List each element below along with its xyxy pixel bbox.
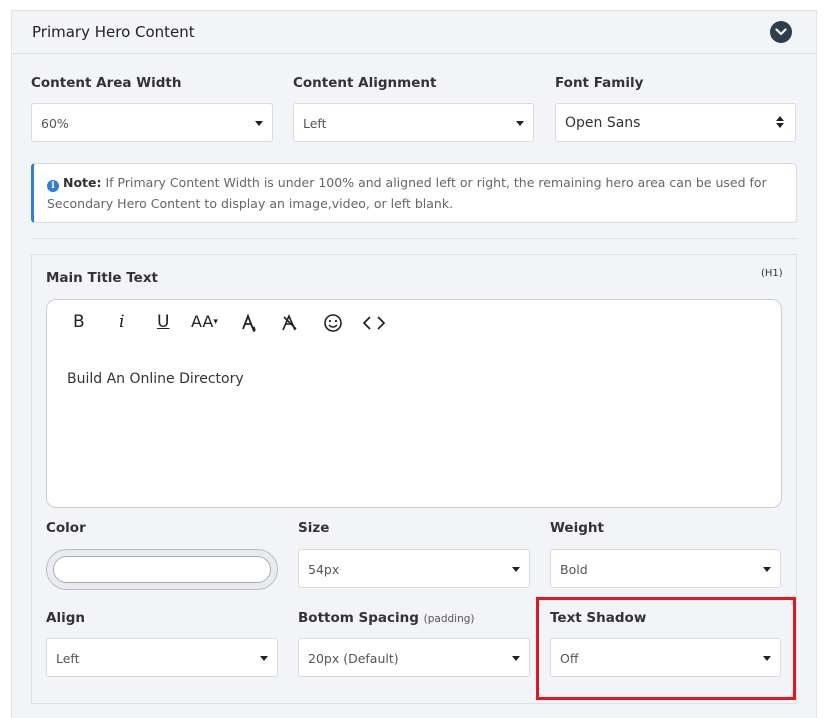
main-title-label: Main Title Text	[46, 270, 158, 286]
rich-text-editor[interactable]: B i U AA▾ Build An Online Directory	[46, 299, 782, 508]
content-width-value: 60%	[41, 116, 69, 131]
editor-toolbar: B i U AA▾	[47, 300, 781, 342]
color-label: Color	[46, 520, 86, 536]
chevron-down-icon[interactable]	[770, 21, 792, 43]
font-size-icon[interactable]: AA▾	[191, 312, 218, 334]
h1-tag: (H1)	[761, 268, 783, 279]
text-shadow-select[interactable]: Off	[550, 638, 781, 677]
panel-header[interactable]: Primary Hero Content	[12, 11, 816, 54]
size-label: Size	[298, 520, 330, 536]
clear-format-icon[interactable]	[281, 313, 299, 336]
font-family-value: Open Sans	[565, 115, 641, 131]
content-alignment-label: Content Alignment	[293, 75, 437, 91]
content-alignment-value: Left	[303, 116, 327, 131]
weight-label: Weight	[550, 520, 604, 536]
editor-content[interactable]: Build An Online Directory	[67, 371, 244, 387]
panel-title: Primary Hero Content	[32, 23, 195, 41]
bottom-spacing-label-note: (padding)	[423, 613, 475, 625]
color-picker[interactable]	[46, 549, 278, 590]
updown-arrows-icon	[776, 116, 784, 130]
font-size-label: AA	[191, 312, 214, 331]
align-value: Left	[56, 651, 80, 666]
bottom-spacing-label: Bottom Spacing (padding)	[298, 610, 474, 626]
caret-down-icon	[512, 567, 520, 572]
italic-icon[interactable]: i	[119, 312, 124, 334]
caret-down-icon	[763, 656, 771, 661]
bold-icon[interactable]: B	[73, 312, 85, 334]
text-color-icon[interactable]	[241, 313, 259, 336]
caret-down-icon	[763, 567, 771, 572]
weight-value: Bold	[560, 562, 588, 577]
divider	[31, 238, 797, 239]
size-select[interactable]: 54px	[298, 549, 530, 588]
note-text: If Primary Content Width is under 100% a…	[47, 175, 767, 211]
align-select[interactable]: Left	[46, 638, 278, 677]
emoji-icon[interactable]	[323, 313, 343, 335]
align-label: Align	[46, 610, 85, 626]
caret-down-icon	[260, 656, 268, 661]
bottom-spacing-value: 20px (Default)	[308, 651, 399, 666]
text-shadow-label: Text Shadow	[550, 610, 647, 626]
caret-down-icon	[516, 121, 524, 126]
info-icon: i	[47, 180, 59, 192]
font-family-select[interactable]: Open Sans	[555, 103, 796, 142]
bottom-spacing-label-text: Bottom Spacing	[298, 610, 419, 626]
underline-icon[interactable]: U	[157, 312, 169, 334]
content-width-label: Content Area Width	[31, 75, 182, 91]
caret-down-icon	[255, 121, 263, 126]
text-shadow-value: Off	[560, 651, 579, 666]
content-width-select[interactable]: 60%	[31, 103, 273, 142]
note-bold-label: Note:	[63, 175, 102, 190]
font-family-label: Font Family	[555, 75, 644, 91]
content-alignment-select[interactable]: Left	[293, 103, 534, 142]
width-note: i Note: If Primary Content Width is under…	[31, 163, 797, 223]
code-view-icon[interactable]	[363, 315, 385, 337]
weight-select[interactable]: Bold	[550, 549, 781, 588]
color-swatch	[53, 556, 271, 583]
bottom-spacing-select[interactable]: 20px (Default)	[298, 638, 530, 677]
caret-down-icon	[512, 656, 520, 661]
size-value: 54px	[308, 562, 340, 577]
